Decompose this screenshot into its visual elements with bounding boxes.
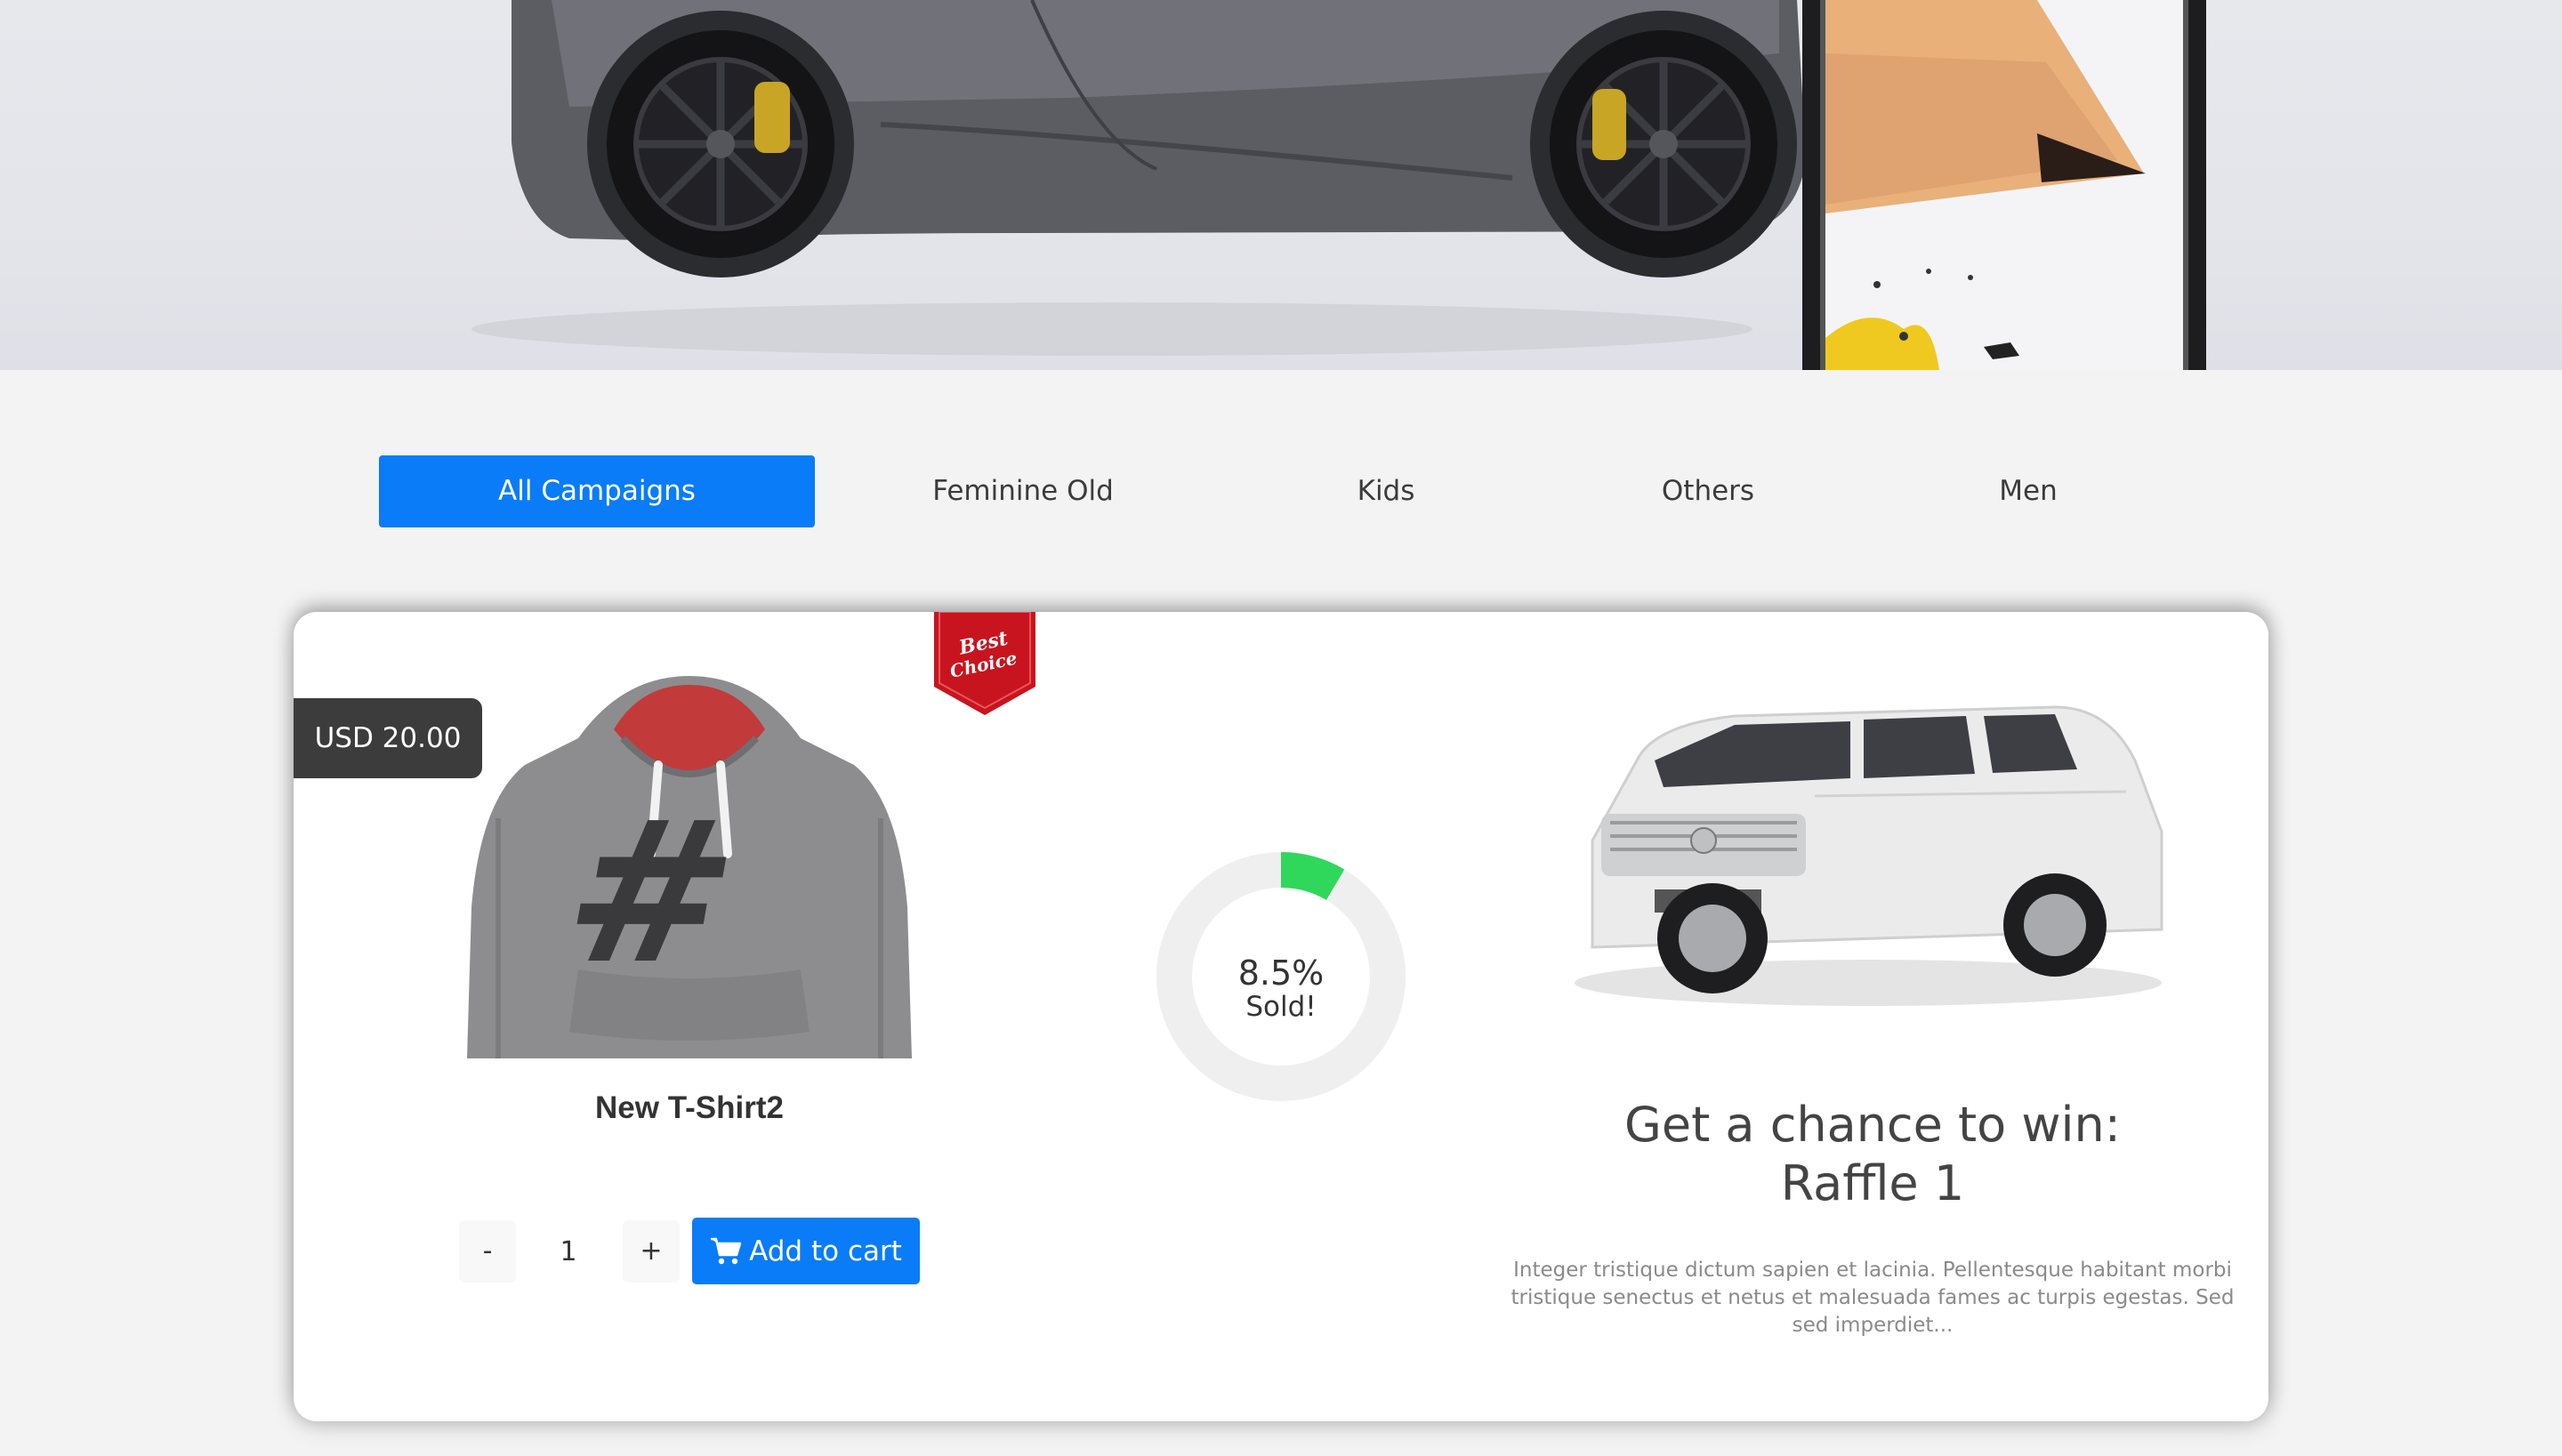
add-to-cart-button[interactable]: Add to cart <box>692 1218 920 1284</box>
sold-label: Sold! <box>1245 991 1317 1023</box>
tab-kids[interactable]: Kids <box>1281 455 1491 527</box>
shopping-cart-icon <box>711 1237 742 1264</box>
price-tag: USD 20.00 <box>294 698 482 778</box>
tab-all-campaigns[interactable]: All Campaigns <box>379 455 815 527</box>
progress-fill <box>1280 852 1345 901</box>
raffle-description: Integer tristique dictum sapien et lacin… <box>1511 1259 2235 1337</box>
add-to-cart-label: Add to cart <box>749 1235 902 1267</box>
hero-artwork <box>471 0 2206 370</box>
white-suv-icon <box>1575 705 2163 1006</box>
raffle-title-line1: Get a chance to win: <box>1624 1097 2121 1153</box>
raffle-title: Get a chance to win: Raffle 1 <box>1468 1096 2277 1213</box>
quantity-input[interactable] <box>539 1220 598 1283</box>
product-name: New T-Shirt2 <box>595 1090 784 1125</box>
hero-banner <box>0 0 2562 370</box>
phone-with-pencil-icon <box>1802 0 2206 370</box>
tab-feminine-old[interactable]: Feminine Old <box>890 455 1156 527</box>
quantity-decrease-button[interactable]: - <box>459 1220 516 1283</box>
best-choice-ribbon-icon: Best Choice <box>934 612 1035 715</box>
tab-men[interactable]: Men <box>1922 455 2135 527</box>
tab-others[interactable]: Others <box>1601 455 1815 527</box>
campaign-category-tabs: All Campaigns Feminine Old Kids Others M… <box>0 455 2562 527</box>
quantity-increase-button[interactable]: + <box>623 1220 680 1283</box>
sold-percentage: 8.5% <box>1237 953 1325 993</box>
hoodie-with-hash-icon: # <box>467 676 912 1058</box>
sports-car-icon <box>512 0 1806 278</box>
raffle-title-line2: Raffle 1 <box>1780 1155 1965 1211</box>
